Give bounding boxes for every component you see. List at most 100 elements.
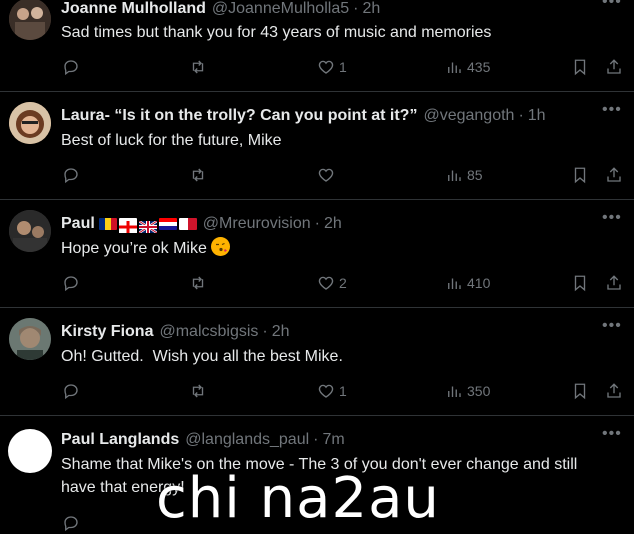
repost-icon: [192, 276, 204, 290]
separator-dot: ·: [313, 431, 319, 448]
tweet-text: Sad times but thank you for 43 years of …: [61, 24, 492, 41]
author-name[interactable]: Kirsty Fiona: [61, 321, 153, 343]
tweet[interactable]: Kirsty Fiona @malcsbigsis · 2h ••• Oh! G…: [0, 308, 634, 416]
repost-button[interactable]: [189, 164, 207, 186]
timestamp[interactable]: 2h: [362, 0, 380, 20]
views-button[interactable]: 435: [445, 56, 490, 78]
bookmark-icon: [574, 59, 586, 76]
reply-icon: [64, 516, 78, 532]
reply-button[interactable]: [62, 56, 80, 78]
avatar-image: [9, 102, 51, 144]
avatar[interactable]: [8, 429, 52, 473]
share-icon: [607, 383, 621, 398]
more-options-icon[interactable]: •••: [602, 426, 624, 443]
share-icon: [607, 59, 621, 74]
tweet-header: Paul Langlands @langlands_paul · 7m: [61, 429, 345, 451]
share-button[interactable]: [605, 56, 623, 78]
repost-button[interactable]: [189, 380, 207, 402]
views-button[interactable]: 350: [445, 380, 490, 402]
repost-icon: [192, 168, 204, 182]
avatar-image: [9, 318, 51, 360]
reply-button[interactable]: [62, 272, 80, 294]
author-handle[interactable]: @JoanneMulholla5: [212, 0, 349, 20]
share-icon: [607, 167, 621, 182]
action-bar: 1 350: [61, 380, 626, 402]
views-icon: [448, 386, 461, 397]
tweet[interactable]: Paul @Mreurovision · 2h ••• Hope you’re …: [0, 200, 634, 308]
timestamp[interactable]: 2h: [272, 321, 290, 343]
bookmark-button[interactable]: [571, 272, 589, 294]
flag-icon: [98, 218, 117, 230]
reply-icon: [64, 168, 78, 184]
avatar-image: [9, 210, 51, 252]
flag-icon: [178, 218, 197, 230]
views-icon: [448, 278, 461, 289]
avatar[interactable]: [9, 102, 51, 144]
bookmark-button[interactable]: [571, 164, 589, 186]
more-options-icon[interactable]: •••: [602, 318, 624, 335]
repost-icon: [192, 60, 204, 74]
reply-button[interactable]: [62, 512, 80, 534]
reply-button[interactable]: [62, 380, 80, 402]
tweet[interactable]: Joanne Mulholland @JoanneMulholla5 · 2h …: [0, 0, 634, 92]
views-button[interactable]: 410: [445, 272, 490, 294]
tweet-header: Laura- “Is it on the trolly? Can you poi…: [61, 105, 546, 127]
bookmark-icon: [574, 167, 586, 184]
bookmark-button[interactable]: [571, 380, 589, 402]
bookmark-icon: [574, 383, 586, 400]
avatar[interactable]: [9, 318, 51, 360]
face-blowing-kiss-icon: [211, 237, 230, 256]
author-handle[interactable]: @langlands_paul: [185, 429, 309, 451]
more-options-icon[interactable]: •••: [602, 210, 624, 227]
timestamp[interactable]: 2h: [324, 213, 342, 235]
bookmark-button[interactable]: [571, 56, 589, 78]
like-button[interactable]: 1: [317, 56, 347, 78]
author-name[interactable]: Paul: [61, 213, 95, 235]
flag-emojis: [98, 218, 197, 234]
timestamp[interactable]: 7m: [322, 429, 344, 451]
views-icon: [448, 170, 461, 181]
share-icon: [607, 275, 621, 290]
heart-icon: [318, 384, 334, 398]
tweet-text-container: Hope you’re ok Mike: [61, 237, 616, 260]
tweet-text: Hope you’re ok Mike: [61, 240, 207, 257]
repost-button[interactable]: [189, 272, 207, 294]
avatar[interactable]: [9, 210, 51, 252]
author-handle[interactable]: @Mreurovision: [203, 213, 311, 235]
author-handle[interactable]: @malcsbigsis: [159, 321, 258, 343]
like-button[interactable]: 1: [317, 380, 347, 402]
heart-icon: [318, 168, 334, 182]
views-button[interactable]: 85: [445, 164, 483, 186]
view-count: 410: [467, 275, 491, 291]
tweet-header: Joanne Mulholland @JoanneMulholla5 · 2h: [61, 0, 380, 20]
like-button[interactable]: 2: [317, 272, 347, 294]
author-handle[interactable]: @vegangoth: [423, 105, 514, 127]
action-bar: 85: [61, 164, 626, 186]
author-name[interactable]: Laura- “Is it on the trolly? Can you poi…: [61, 105, 417, 127]
reply-icon: [64, 60, 78, 76]
separator-dot: ·: [353, 0, 359, 17]
heart-icon: [318, 276, 334, 290]
timestamp[interactable]: 1h: [528, 105, 546, 127]
tweet[interactable]: Laura- “Is it on the trolly? Can you poi…: [0, 92, 634, 200]
view-count: 350: [467, 383, 491, 399]
tweet-text: Best of luck for the future, Mike: [61, 132, 282, 149]
repost-button[interactable]: [189, 56, 207, 78]
avatar[interactable]: [9, 0, 51, 40]
kiss-emoji-icon: [210, 237, 230, 256]
author-name[interactable]: Joanne Mulholland: [61, 0, 206, 20]
action-bar: 1 435: [61, 56, 626, 78]
tweet-text: Oh! Gutted. Wish you all the best Mike.: [61, 348, 343, 365]
repost-icon: [192, 384, 204, 398]
separator-dot: ·: [518, 107, 524, 124]
author-name[interactable]: Paul Langlands: [61, 429, 179, 451]
flag-icon: [138, 218, 158, 234]
flag-uk-icon: [138, 220, 158, 234]
more-options-icon[interactable]: •••: [602, 0, 624, 11]
like-button[interactable]: [317, 164, 339, 186]
share-button[interactable]: [605, 164, 623, 186]
more-options-icon[interactable]: •••: [602, 102, 624, 119]
share-button[interactable]: [605, 272, 623, 294]
reply-button[interactable]: [62, 164, 80, 186]
share-button[interactable]: [605, 380, 623, 402]
